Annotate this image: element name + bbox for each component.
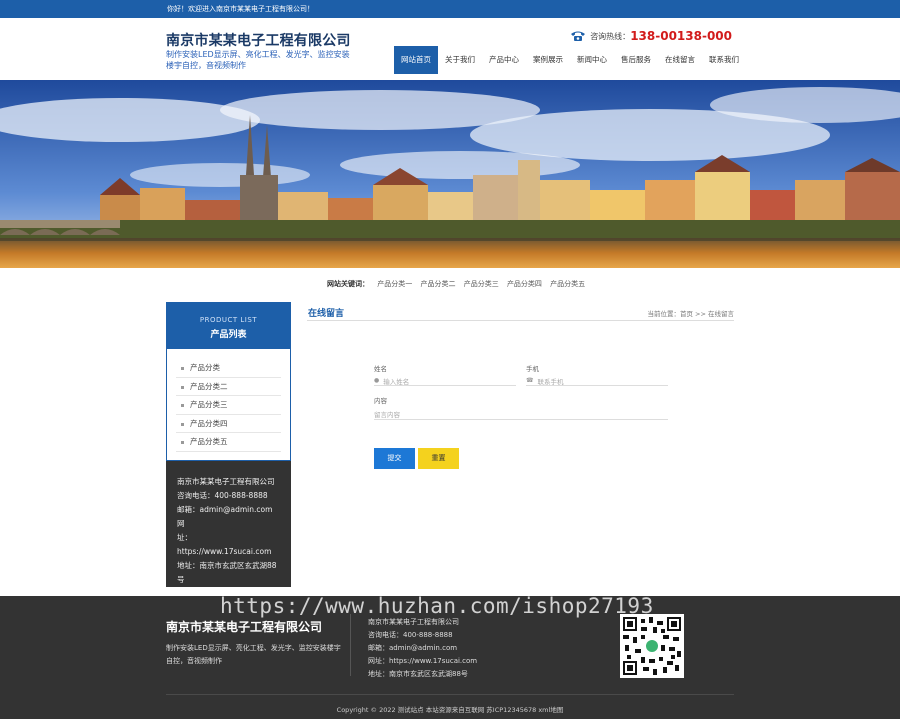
keyword-link[interactable]: 产品分类五 — [550, 280, 585, 288]
welcome-text: 你好！欢迎进入南京市某某电子工程有限公司！ — [167, 5, 314, 13]
banner-cityscape-image — [0, 80, 900, 268]
nav-item-service[interactable]: 售后服务 — [614, 46, 658, 74]
sidebar-item-category-2[interactable]: 产品分类二 — [176, 378, 281, 396]
name-input[interactable]: ● 输入姓名 — [374, 373, 516, 386]
phone-small-icon: ☎ — [526, 377, 534, 384]
sidebar-header: PRODUCT LIST 产品列表 — [166, 302, 291, 349]
nav-item-home[interactable]: 网站首页 — [394, 46, 438, 74]
phone-input[interactable]: ☎ 联系手机 — [526, 373, 668, 386]
site-title[interactable]: 南京市某某电子工程有限公司 — [166, 30, 351, 50]
sidebar-item-category-3[interactable]: 产品分类三 — [176, 396, 281, 415]
sidebar-item-category-5[interactable]: 产品分类五 — [176, 433, 281, 452]
watermark-text: https://www.huzhan.com/ishop27193 — [220, 594, 654, 618]
hotline-number: 138-00138-000 — [630, 29, 732, 43]
keyword-link[interactable]: 产品分类二 — [420, 280, 455, 288]
hotline: 咨询热线： 138-00138-000 — [570, 29, 732, 43]
nav-item-message[interactable]: 在线留言 — [658, 46, 702, 74]
content-label: 内容 — [374, 397, 387, 405]
submit-button[interactable]: 提交 — [374, 448, 415, 469]
sidebar-title: 产品列表 — [210, 330, 247, 340]
content-placeholder: 留言内容 — [374, 410, 400, 419]
contact-address-suffix: 号 — [177, 575, 185, 584]
top-bar: 你好！欢迎进入南京市某某电子工程有限公司！ — [0, 0, 900, 18]
qr-code-icon — [623, 617, 681, 675]
footer-contact: 南京市某某电子工程有限公司 咨询电话：400-888-8888 邮箱：admin… — [368, 616, 477, 681]
sidebar-item-category-1[interactable]: 产品分类 — [176, 359, 281, 378]
content-textarea[interactable]: 留言内容 — [374, 405, 668, 420]
site-keywords: 网站关键词： 产品分类一 产品分类二 产品分类三 产品分类四 产品分类五 — [327, 279, 585, 289]
product-category-list: 产品分类 产品分类二 产品分类三 产品分类四 产品分类五 — [166, 349, 291, 461]
footer-description: 制作安装LED显示屏、亮化工程、发光字、监控安装楼宇自控，音视频制作 — [166, 644, 341, 665]
hotline-label: 咨询热线： — [590, 31, 631, 41]
user-icon: ● — [374, 377, 380, 384]
footer-address: 地址：南京市玄武区玄武湖88号 — [368, 670, 468, 678]
nav-item-contact[interactable]: 联系我们 — [702, 46, 746, 74]
content-field-group: 内容 留言内容 — [374, 395, 668, 420]
site-header: 南京市某某电子工程有限公司 制作安装LED显示屏、亮化工程、发光字、监控安装楼宇… — [0, 18, 900, 80]
contact-company: 南京市某某电子工程有限公司 — [177, 477, 275, 486]
phone-label: 手机 — [526, 365, 539, 373]
contact-phone: 咨询电话：400-888-8888 — [177, 491, 268, 500]
name-placeholder: 输入姓名 — [383, 377, 410, 386]
contact-email: 邮箱：admin@admin.com — [177, 505, 273, 514]
content-header: 在线留言 当前位置：首页 >> 在线留言 — [307, 305, 734, 321]
keyword-link[interactable]: 产品分类一 — [377, 280, 412, 288]
contact-web-prefix: 网 — [177, 519, 185, 528]
main-nav: 网站首页 关于我们 产品中心 案例展示 新闻中心 售后服务 在线留言 联系我们 — [394, 46, 746, 74]
nav-item-cases[interactable]: 案例展示 — [526, 46, 570, 74]
footer-bottom-line — [166, 694, 734, 695]
contact-web: 址：https://www.17sucai.com — [177, 533, 272, 556]
reset-button[interactable]: 重置 — [418, 448, 459, 469]
nav-item-news[interactable]: 新闻中心 — [570, 46, 614, 74]
name-label: 姓名 — [374, 365, 387, 373]
sidebar: PRODUCT LIST 产品列表 产品分类 产品分类二 产品分类三 产品分类四… — [166, 302, 291, 587]
keyword-link[interactable]: 产品分类三 — [464, 280, 499, 288]
site-slogan: 制作安装LED显示屏、亮化工程、发光字、监控安装楼宇自控，音视频制作 — [166, 50, 350, 70]
phone-field-group: 手机 ☎ 联系手机 — [526, 363, 668, 386]
breadcrumb: 当前位置：首页 >> 在线留言 — [647, 310, 734, 318]
footer-phone: 咨询电话：400-888-8888 — [368, 631, 453, 639]
nav-item-about[interactable]: 关于我们 — [438, 46, 482, 74]
footer-title: 南京市某某电子工程有限公司 — [166, 620, 323, 634]
footer-web: 网址：https://www.17sucai.com — [368, 657, 478, 665]
keyword-link[interactable]: 产品分类四 — [507, 280, 542, 288]
nav-item-products[interactable]: 产品中心 — [482, 46, 526, 74]
sidebar-title-en: PRODUCT LIST — [199, 316, 258, 324]
hero-banner — [0, 80, 900, 268]
phone-placeholder: 联系手机 — [537, 377, 564, 386]
page-title: 在线留言 — [308, 309, 345, 319]
contact-address: 地址：南京市玄武区玄武湖88 — [177, 561, 277, 570]
sidebar-item-category-4[interactable]: 产品分类四 — [176, 415, 281, 433]
sidebar-contact: 南京市某某电子工程有限公司 咨询电话：400-888-8888 邮箱：admin… — [166, 461, 291, 587]
qr-code — [620, 614, 684, 678]
footer-divider — [350, 614, 351, 676]
name-field-group: 姓名 ● 输入姓名 — [374, 363, 516, 386]
footer-email: 邮箱：admin@admin.com — [368, 644, 458, 652]
copyright: Copyright © 2022 测试站点 本站资源来自互联网 苏ICP1234… — [336, 706, 564, 714]
phone-icon — [571, 31, 586, 41]
keywords-label: 网站关键词： — [327, 280, 369, 288]
